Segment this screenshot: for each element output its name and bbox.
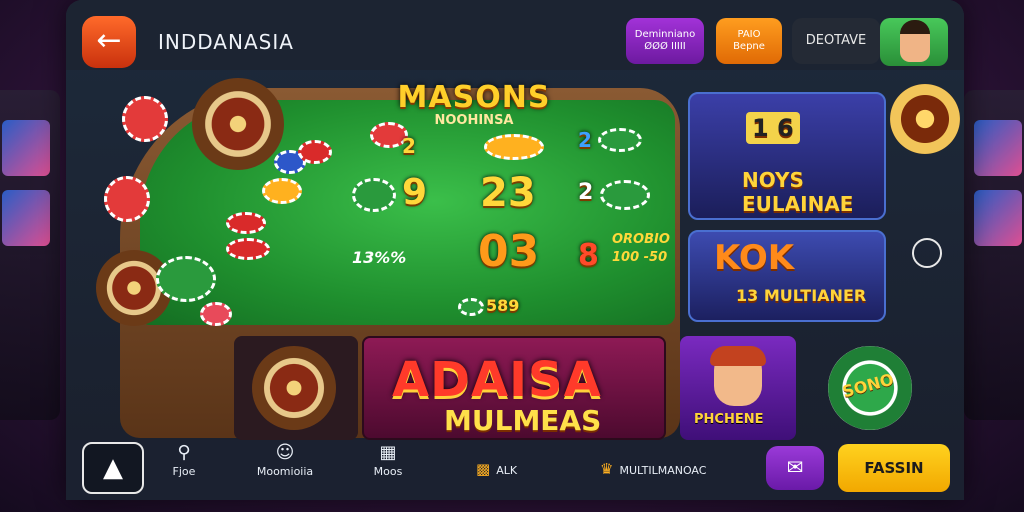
character-card[interactable]: PHCHENE xyxy=(680,336,796,440)
user-avatar-icon[interactable] xyxy=(880,18,948,66)
red-chip-icon xyxy=(226,238,270,260)
table-logo: MASONS NOOHINSA xyxy=(362,80,586,136)
play-button[interactable]: FASSIN xyxy=(838,444,950,492)
search-icon: ⚲ xyxy=(177,442,191,463)
chip-label: SONO xyxy=(840,369,896,402)
nav-search[interactable]: ⚲ Fjoe xyxy=(162,442,206,478)
red-chip-icon xyxy=(226,212,266,234)
nav-multilmanoac[interactable]: ♛ MULTILMANOAC xyxy=(600,460,706,478)
nav-alk[interactable]: ▩ ALK xyxy=(476,460,517,478)
bet-value[interactable]: 2 xyxy=(578,180,593,205)
nav-moomioiia[interactable]: ☺ Moomioiia xyxy=(254,442,316,478)
bet-value[interactable]: 03 xyxy=(478,226,539,277)
logo-title: MASONS xyxy=(397,80,551,115)
game-card-noys[interactable]: 1 6 NOYS EULAINAE xyxy=(688,92,886,220)
green-chip-icon xyxy=(598,128,642,152)
gold-chip-icon xyxy=(262,178,302,204)
bet-value[interactable]: 9 xyxy=(402,172,427,213)
red-chip-icon xyxy=(298,140,332,164)
card-title: NOYS EULAINAE xyxy=(742,168,854,216)
deposit-button[interactable]: DEOTAVE xyxy=(792,18,880,64)
chat-icon: ✉ xyxy=(786,455,804,479)
game-screen: ← INDDANASIA Deminniano ØØØ IIIII PAIO B… xyxy=(0,0,1024,512)
slot-machine-right xyxy=(964,90,1024,420)
bet-value[interactable]: 23 xyxy=(480,170,536,216)
crown-icon: ♛ xyxy=(600,460,614,478)
odds-label: OROBIO xyxy=(612,232,670,247)
promo-button[interactable]: Deminniano ØØØ IIIII xyxy=(626,18,704,64)
promo-banner[interactable]: ADAISA MULMEAS xyxy=(362,336,666,440)
red-chip-icon xyxy=(104,176,150,222)
slot-machine-left xyxy=(0,90,60,420)
radio-toggle[interactable] xyxy=(912,238,942,268)
game-card-kok[interactable]: KOK 13 MULTIANER xyxy=(688,230,886,322)
chat-button[interactable]: ✉ xyxy=(766,446,824,490)
card-title: KOK xyxy=(714,238,795,278)
red-chip-icon xyxy=(122,96,168,142)
roulette-wheel-icon xyxy=(192,78,284,170)
home-icon: ▲ xyxy=(103,453,123,483)
character-name: PHCHENE xyxy=(694,412,764,427)
bet-value[interactable]: 2 xyxy=(402,134,416,158)
odds-label: 100 -50 xyxy=(612,250,668,265)
back-button[interactable]: ← xyxy=(82,16,136,68)
bet-value[interactable]: 589 xyxy=(486,296,519,315)
page-title: INDDANASIA xyxy=(158,30,294,54)
film-icon: ▦ xyxy=(379,442,397,463)
green-chip-icon xyxy=(600,180,650,210)
banner-subtitle: MULMEAS xyxy=(444,404,602,437)
bet-value[interactable]: 2 xyxy=(578,128,592,152)
logo-subtitle: NOOHINSA xyxy=(434,113,514,128)
pay-button[interactable]: PAIO Bepne xyxy=(716,18,782,64)
chip-icon xyxy=(200,302,232,326)
bet-value[interactable]: 8 xyxy=(578,238,599,273)
gold-chip-stack-icon xyxy=(484,134,544,160)
green-chip-icon xyxy=(156,256,216,302)
card-subtitle: 13 MULTIANER xyxy=(736,286,867,305)
banner-title: ADAISA xyxy=(392,352,602,408)
green-chip-icon xyxy=(352,178,396,212)
nav-moos[interactable]: ▦ Moos xyxy=(366,442,410,478)
roulette-wheel-icon xyxy=(252,346,336,430)
nav-home[interactable]: ▲ xyxy=(82,442,144,494)
card-numbers: 1 6 xyxy=(746,112,800,144)
trophy-icon: ▩ xyxy=(476,460,491,478)
green-chip-icon xyxy=(458,298,484,316)
smiley-icon: ☺ xyxy=(275,442,295,463)
roulette-wheel-icon xyxy=(890,84,960,154)
roulette-banner[interactable] xyxy=(234,336,358,440)
chip-badge[interactable]: SONO xyxy=(828,346,912,430)
arrow-left-icon: ← xyxy=(96,23,122,58)
bet-value[interactable]: 13%% xyxy=(352,248,406,267)
